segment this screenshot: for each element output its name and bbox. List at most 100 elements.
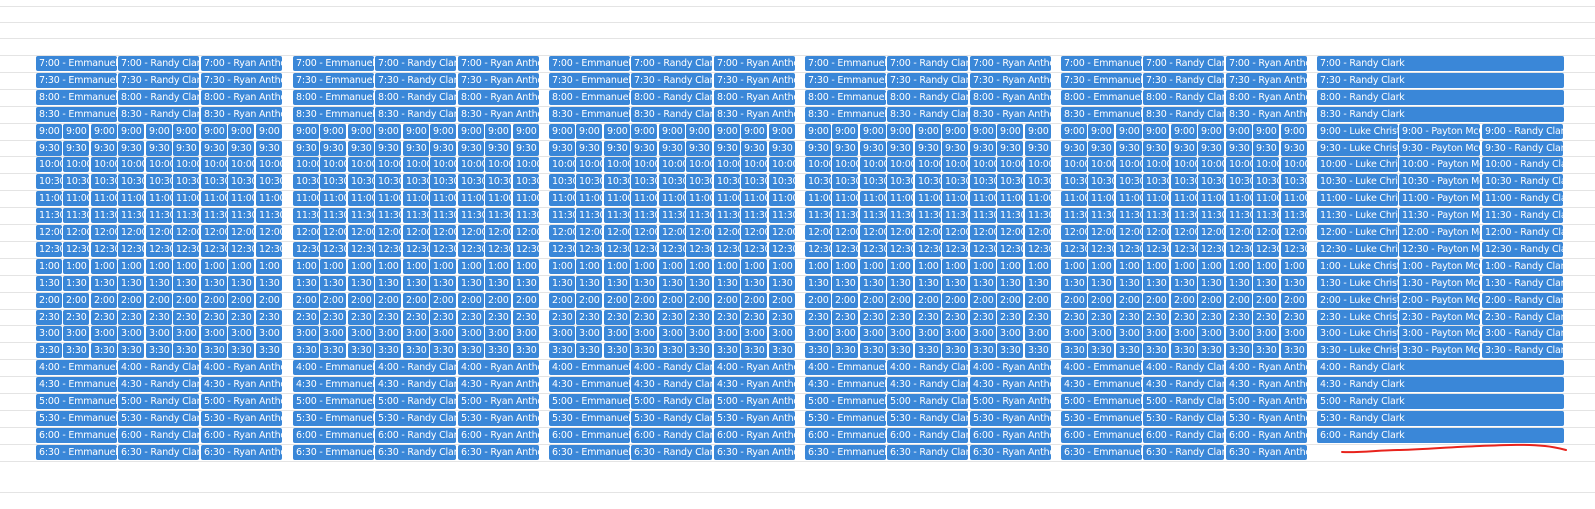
appointment-slot[interactable]: 12:30 - — [1088, 242, 1114, 257]
appointment-slot[interactable]: 9:00 - — [430, 124, 456, 139]
appointment-slot[interactable]: 6:00 - Emmanuel B — [805, 428, 886, 443]
appointment-slot[interactable]: 2:00 - — [375, 293, 401, 308]
appointment-slot[interactable]: 10:30 - — [805, 174, 831, 189]
appointment-slot[interactable]: 4:00 - Ryan Anthon — [714, 360, 795, 375]
appointment-slot[interactable]: 3:30 - — [714, 343, 740, 358]
appointment-slot[interactable]: 9:00 - — [714, 124, 740, 139]
appointment-slot[interactable]: 3:00 - — [686, 326, 712, 341]
appointment-slot[interactable]: 9:30 - — [1088, 141, 1114, 156]
appointment-slot[interactable]: 3:30 - — [118, 343, 144, 358]
appointment-slot[interactable]: 2:30 - — [228, 310, 254, 325]
appointment-slot[interactable]: 5:30 - Randy Clark — [1143, 411, 1224, 426]
appointment-slot[interactable]: 7:30 - Emmanuel B — [805, 73, 886, 88]
appointment-slot[interactable]: 6:30 - Emmanuel B — [293, 445, 374, 460]
appointment-slot[interactable]: 11:00 - — [348, 191, 374, 206]
appointment-slot[interactable]: 11:00 - — [915, 191, 941, 206]
appointment-slot[interactable]: 4:00 - Randy Clark — [887, 360, 968, 375]
appointment-slot[interactable]: 2:00 - — [201, 293, 227, 308]
appointment-slot[interactable]: 9:00 - — [832, 124, 858, 139]
appointment-slot[interactable]: 12:00 - — [549, 225, 575, 240]
appointment-slot[interactable]: 4:30 - Ryan Anthon — [714, 377, 795, 392]
appointment-slot[interactable]: 4:30 - Emmanuel B — [549, 377, 630, 392]
appointment-slot[interactable]: 9:30 - — [320, 141, 346, 156]
appointment-slot[interactable]: 9:00 - — [1253, 124, 1279, 139]
appointment-slot[interactable]: 2:30 - — [293, 310, 319, 325]
appointment-slot[interactable]: 6:30 - Emmanuel B — [805, 445, 886, 460]
appointment-slot[interactable]: 12:30 - — [118, 242, 144, 257]
appointment-slot[interactable]: 1:30 - — [485, 276, 511, 291]
appointment-slot[interactable]: 12:00 - — [293, 225, 319, 240]
appointment-slot[interactable]: 7:30 - Randy Clark — [631, 73, 712, 88]
appointment-slot[interactable]: 5:00 - Randy Clark — [1143, 394, 1224, 409]
appointment-slot[interactable]: 1:00 - — [173, 259, 199, 274]
appointment-slot[interactable]: 12:30 - — [173, 242, 199, 257]
appointment-slot[interactable]: 9:30 - — [741, 141, 767, 156]
appointment-slot[interactable]: 3:00 - — [1171, 326, 1197, 341]
appointment-slot[interactable]: 12:30 - — [293, 242, 319, 257]
appointment-slot[interactable]: 11:00 - Luke Christi — [1317, 191, 1398, 206]
appointment-slot[interactable]: 5:30 - Emmanuel B — [1061, 411, 1142, 426]
appointment-slot[interactable]: 12:30 - — [1171, 242, 1197, 257]
appointment-slot[interactable]: 3:30 - — [348, 343, 374, 358]
appointment-slot[interactable]: 6:00 - Randy Clark — [118, 428, 199, 443]
appointment-slot[interactable]: 10:30 - — [430, 174, 456, 189]
appointment-slot[interactable]: 3:00 - — [631, 326, 657, 341]
appointment-slot[interactable]: 6:00 - Randy Clark — [1143, 428, 1224, 443]
appointment-slot[interactable]: 2:30 - — [485, 310, 511, 325]
appointment-slot[interactable]: 3:30 - — [805, 343, 831, 358]
appointment-slot[interactable]: 12:30 - — [549, 242, 575, 257]
appointment-slot[interactable]: 2:00 - — [1171, 293, 1197, 308]
appointment-slot[interactable]: 3:30 - — [256, 343, 282, 358]
appointment-slot[interactable]: 4:00 - Emmanuel B — [549, 360, 630, 375]
appointment-slot[interactable]: 11:30 - — [513, 208, 539, 223]
appointment-slot[interactable]: 11:30 - — [714, 208, 740, 223]
appointment-slot[interactable]: 10:30 - Luke Christi — [1317, 174, 1398, 189]
appointment-slot[interactable]: 2:00 - — [832, 293, 858, 308]
appointment-slot[interactable]: 9:30 - — [256, 141, 282, 156]
appointment-slot[interactable]: 2:00 - — [887, 293, 913, 308]
appointment-slot[interactable]: 7:30 - Emmanuel B — [1061, 73, 1142, 88]
appointment-slot[interactable]: 4:00 - Ryan Anthon — [201, 360, 282, 375]
appointment-slot[interactable]: 11:00 - — [805, 191, 831, 206]
appointment-slot[interactable]: 3:00 - — [1198, 326, 1224, 341]
appointment-slot[interactable]: 3:00 - — [403, 326, 429, 341]
appointment-slot[interactable]: 10:00 - — [228, 157, 254, 172]
appointment-slot[interactable]: 8:00 - Ryan Anthon — [1226, 90, 1307, 105]
appointment-slot[interactable]: 6:00 - Randy Clark — [631, 428, 712, 443]
appointment-slot[interactable]: 1:30 - — [769, 276, 795, 291]
appointment-slot[interactable]: 10:30 - — [686, 174, 712, 189]
appointment-slot[interactable]: 12:30 - — [860, 242, 886, 257]
appointment-slot[interactable]: 1:30 - — [1025, 276, 1051, 291]
appointment-slot[interactable]: 12:30 - Payton McC — [1399, 242, 1480, 257]
appointment-slot[interactable]: 2:00 - — [1116, 293, 1142, 308]
appointment-slot[interactable]: 11:30 - — [942, 208, 968, 223]
appointment-slot[interactable]: 8:30 - Randy Clark — [375, 107, 456, 122]
appointment-slot[interactable]: 9:30 - Luke Christi — [1317, 141, 1398, 156]
appointment-slot[interactable]: 3:30 - — [513, 343, 539, 358]
appointment-slot[interactable]: 11:00 - — [686, 191, 712, 206]
appointment-slot[interactable]: 5:00 - Ryan Anthon — [1226, 394, 1307, 409]
appointment-slot[interactable]: 2:30 - — [997, 310, 1023, 325]
appointment-slot[interactable]: 10:30 - — [146, 174, 172, 189]
appointment-slot[interactable]: 1:30 - — [714, 276, 740, 291]
appointment-slot[interactable]: 9:00 - — [1281, 124, 1307, 139]
appointment-slot[interactable]: 4:30 - Randy Clark — [631, 377, 712, 392]
appointment-slot[interactable]: 3:00 - — [915, 326, 941, 341]
appointment-slot[interactable]: 1:30 - — [832, 276, 858, 291]
appointment-slot[interactable]: 1:30 - Randy Clark — [1482, 276, 1563, 291]
appointment-slot[interactable]: 1:00 - — [805, 259, 831, 274]
appointment-slot[interactable]: 6:30 - Ryan Anthon — [201, 445, 282, 460]
appointment-slot[interactable]: 10:00 - — [293, 157, 319, 172]
appointment-slot[interactable]: 2:30 - — [714, 310, 740, 325]
appointment-slot[interactable]: 9:00 - — [860, 124, 886, 139]
appointment-slot[interactable]: 2:00 - — [320, 293, 346, 308]
appointment-slot[interactable]: 11:30 - — [430, 208, 456, 223]
appointment-slot[interactable]: 10:30 - — [293, 174, 319, 189]
appointment-slot[interactable]: 11:30 - — [1116, 208, 1142, 223]
appointment-slot[interactable]: 3:00 - — [320, 326, 346, 341]
appointment-slot[interactable]: 1:00 - — [1116, 259, 1142, 274]
appointment-slot[interactable]: 3:00 - — [1088, 326, 1114, 341]
appointment-slot[interactable]: 1:30 - — [1088, 276, 1114, 291]
appointment-slot[interactable]: 2:30 - — [741, 310, 767, 325]
appointment-slot[interactable]: 9:30 - — [201, 141, 227, 156]
